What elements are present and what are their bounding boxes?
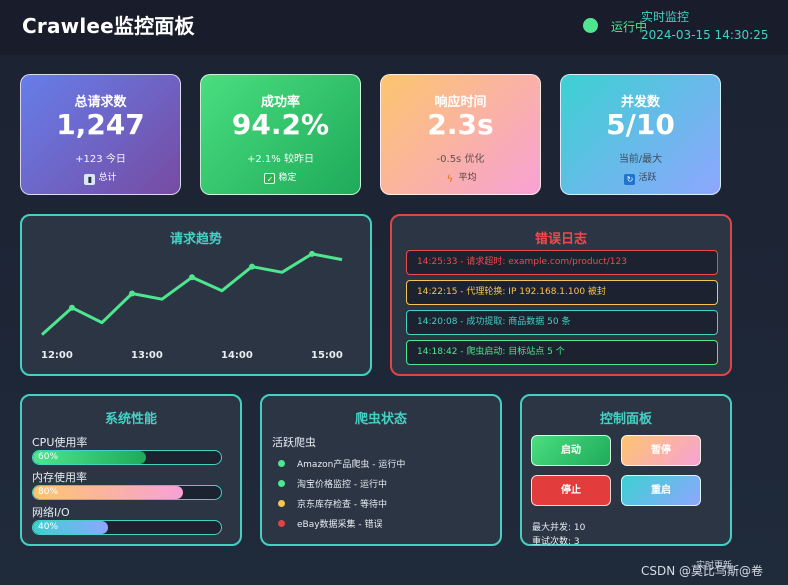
system-performance-panel: 系统性能 CPU使用率 60% 内存使用率 80% 网络I/O 40%: [20, 394, 242, 546]
panel-title: 错误日志: [534, 232, 587, 247]
x-tick-label: 14:00: [221, 350, 253, 361]
live-monitor-label: 实时监控: [641, 10, 690, 24]
log-entry: 14:20:08 - 成功提取: 商品数据 50 条: [406, 310, 718, 335]
panel-title: 系统性能: [104, 412, 157, 427]
cpu-progress-bar: 60%: [32, 450, 222, 465]
stat-foot-text: 平均: [458, 173, 477, 183]
panel-title: 控制面板: [599, 412, 652, 427]
log-entry: 14:18:42 - 爬虫启动: 目标站点 5 个: [406, 340, 718, 365]
crawler-item-text: Amazon产品爬虫 - 运行中: [297, 460, 406, 470]
network-progress-fill: 40%: [33, 521, 109, 534]
stat-sub: 当前/最大: [618, 154, 663, 165]
cpu-progress-fill: 60%: [33, 451, 146, 464]
watermark: CSDN @莫比乌斯@卷: [641, 564, 764, 578]
trend-point: [249, 263, 255, 270]
stat-foot: ϟ 平均: [381, 170, 540, 185]
error-log-panel: 错误日志 14:25:33 - 请求超时: example.com/produc…: [390, 214, 732, 376]
memory-progress-bar: 80%: [32, 485, 222, 500]
pause-button[interactable]: 暂停: [621, 435, 701, 466]
x-tick-label: 12:00: [41, 350, 73, 361]
trend-line: [40, 252, 343, 336]
crawler-item: Amazon产品爬虫 - 运行中: [278, 457, 405, 470]
stat-sub: +2.1% 较昨日: [247, 154, 314, 165]
status-indicator-dot: [583, 18, 598, 33]
stat-value: 2.3s: [427, 108, 494, 141]
crawler-item: 淘宝价格监控 - 运行中: [278, 477, 387, 490]
restart-button[interactable]: 重启: [621, 475, 701, 506]
stat-card-response-time: 响应时间 2.3s -0.5s 优化 ϟ 平均: [380, 74, 541, 195]
crawler-item: 京东库存检查 - 等待中: [278, 497, 387, 510]
stat-value: 94.2%: [231, 108, 330, 141]
check-box-icon: ✓: [264, 173, 276, 184]
stat-foot: ✓ 稳定: [201, 170, 360, 184]
status-dot-icon: [278, 460, 285, 467]
crawler-item-text: eBay数据采集 - 错误: [297, 520, 383, 530]
stat-value: 5/10: [606, 108, 675, 141]
stop-button[interactable]: 停止: [531, 475, 611, 506]
crawler-item-text: 淘宝价格监控 - 运行中: [297, 480, 387, 490]
network-label: 网络I/O: [32, 506, 70, 519]
memory-label: 内存使用率: [32, 471, 87, 484]
status-dot-icon: [278, 520, 285, 527]
stat-foot-text: 活跃: [638, 173, 657, 183]
trend-point: [69, 304, 75, 311]
x-tick-label: 15:00: [311, 350, 343, 361]
cpu-label: CPU使用率: [32, 436, 88, 449]
stat-sub: -0.5s 优化: [436, 154, 485, 165]
active-crawlers-heading: 活跃爬虫: [272, 436, 316, 449]
app-title: Crawlee监控面板: [22, 14, 195, 38]
stat-foot-text: 总计: [98, 173, 117, 183]
stat-foot: ↻ 活跃: [561, 170, 720, 185]
trend-point: [189, 274, 195, 281]
crawler-status-panel: 爬虫状态 活跃爬虫 Amazon产品爬虫 - 运行中 淘宝价格监控 - 运行中 …: [260, 394, 502, 546]
stat-value: 1,247: [56, 108, 145, 141]
max-concurrency-info: 最大并发: 10: [532, 523, 586, 533]
refresh-icon: ↻: [624, 174, 636, 185]
timestamp: 2024-03-15 14:30:25: [641, 28, 769, 42]
panel-title: 爬虫状态: [354, 412, 407, 427]
x-tick-label: 13:00: [131, 350, 163, 361]
status-dot-icon: [278, 500, 285, 507]
start-button[interactable]: 启动: [531, 435, 611, 466]
trend-point: [129, 290, 135, 297]
stat-sub: +123 今日: [75, 154, 126, 165]
stat-card-total-requests: 总请求数 1,247 +123 今日 ▮ 总计: [20, 74, 181, 195]
crawler-item-text: 京东库存检查 - 等待中: [297, 500, 387, 510]
trend-point: [309, 250, 315, 257]
stat-foot: ▮ 总计: [21, 170, 180, 185]
memory-progress-fill: 80%: [33, 486, 184, 499]
retry-count-info: 重试次数: 3: [532, 537, 580, 547]
stat-foot-text: 稳定: [278, 173, 297, 183]
bar-chart-icon: ▮: [84, 174, 96, 185]
lightning-icon: ϟ: [446, 174, 454, 185]
log-entry: 14:25:33 - 请求超时: example.com/product/123: [406, 250, 718, 275]
status-dot-icon: [278, 480, 285, 487]
control-panel: 控制面板 启动 暂停 停止 重启 最大并发: 10 重试次数: 3: [520, 394, 732, 547]
stat-card-concurrency: 并发数 5/10 当前/最大 ↻ 活跃: [560, 74, 721, 195]
network-progress-bar: 40%: [32, 520, 222, 535]
header-bar: Crawlee监控面板 运行中 实时监控 2024-03-15 14:30:25: [0, 0, 788, 55]
stat-card-success-rate: 成功率 94.2% +2.1% 较昨日 ✓ 稳定: [200, 74, 361, 195]
request-trend-panel: 请求趋势 12:00 13:00 14:00 15:00: [20, 214, 372, 376]
log-entry: 14:22:15 - 代理轮换: IP 192.168.1.100 被封: [406, 280, 718, 305]
crawler-item: eBay数据采集 - 错误: [278, 517, 383, 530]
